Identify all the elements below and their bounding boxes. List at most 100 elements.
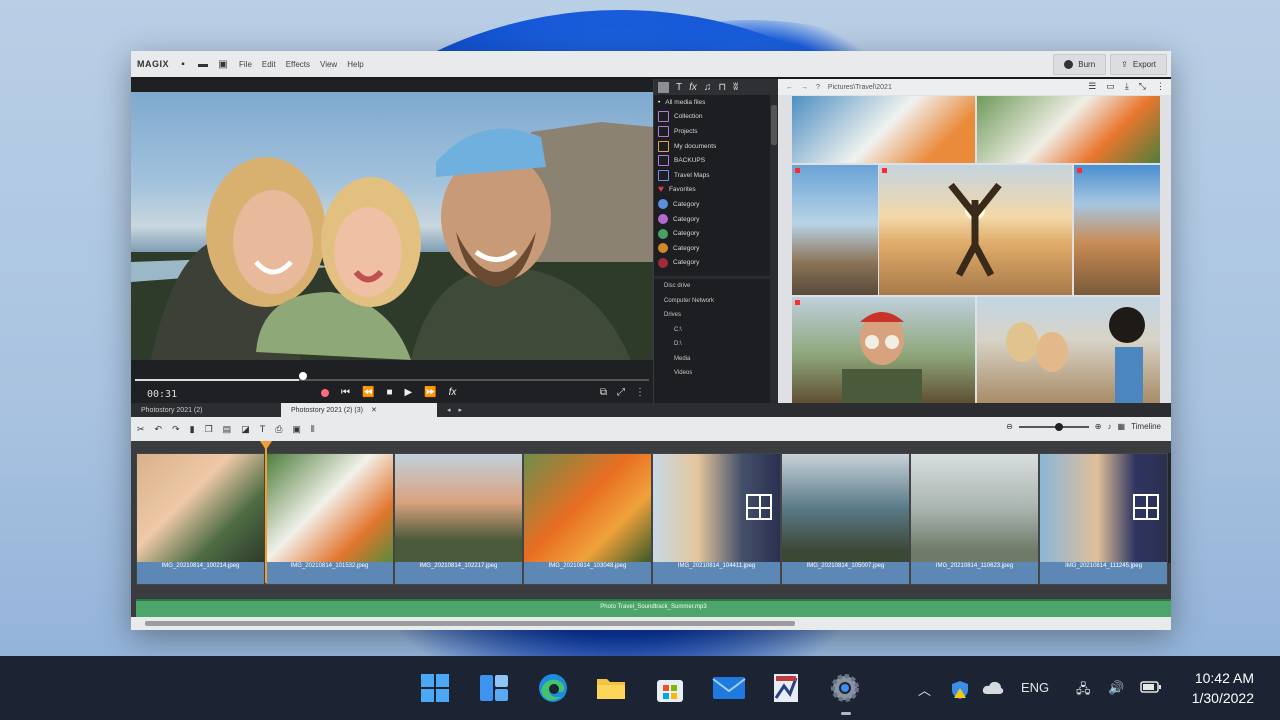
media-pool-item[interactable]: • All media files	[654, 95, 778, 110]
media-pool-item[interactable]: My documents	[654, 139, 778, 154]
grid-photo[interactable]	[977, 297, 1160, 403]
playhead[interactable]	[265, 443, 267, 583]
list-view-icon[interactable]: ☰	[1088, 81, 1096, 92]
menu-effects[interactable]: Effects	[286, 60, 310, 69]
language-indicator[interactable]: ENG	[1021, 680, 1049, 695]
collapse-icon[interactable]: ⤡	[1139, 81, 1146, 92]
more-options-icon[interactable]: ⋮	[1156, 81, 1165, 92]
menu-help[interactable]: Help	[347, 60, 363, 69]
media-pool-item[interactable]: Travel Maps	[654, 168, 778, 183]
timeline-clip[interactable]: IMG_20210814_111245.jpeg	[1039, 453, 1168, 585]
media-pool-item[interactable]: Projects	[654, 124, 778, 139]
timeline-clip[interactable]: IMG_20210814_105007.jpeg	[781, 453, 910, 585]
insert-icon[interactable]: ◪	[241, 424, 250, 435]
media-pool-item[interactable]: Category	[654, 256, 778, 271]
grid-photo[interactable]	[977, 96, 1160, 163]
edge-icon[interactable]	[535, 670, 571, 706]
settings-icon[interactable]	[827, 670, 863, 706]
effects-fx-icon[interactable]: fx	[449, 387, 457, 398]
timeline-scrollbar[interactable]	[131, 617, 1171, 630]
preview-icon[interactable]: ▭	[1106, 81, 1115, 92]
delete-icon[interactable]: ▮	[190, 424, 195, 435]
media-tab-icon[interactable]	[658, 81, 669, 93]
timeline-clip[interactable]: IMG_20210814_103048.jpeg	[523, 453, 652, 585]
folder-tree-item[interactable]: Computer Network	[664, 294, 778, 309]
stop-icon[interactable]: ■	[386, 387, 392, 398]
folder-tree-item[interactable]: Videos	[664, 366, 778, 381]
network-icon[interactable]: 🖧	[1076, 680, 1091, 702]
title-tab-icon[interactable]: T	[676, 82, 682, 93]
security-warning-icon[interactable]	[950, 680, 970, 703]
pool-scrollbar[interactable]	[770, 95, 778, 403]
tab-right-icon[interactable]: ▸	[459, 406, 463, 414]
subtitle-icon[interactable]: ⎙	[275, 424, 282, 435]
tab-nav[interactable]: ◂ ▸	[437, 403, 472, 417]
music-tab-icon[interactable]: ♫	[704, 82, 712, 93]
fast-forward-icon[interactable]: ⏩	[424, 387, 436, 398]
timeline-clip[interactable]: IMG_20210814_110623.jpeg	[910, 453, 1039, 585]
zoom-handle[interactable]	[1054, 422, 1063, 431]
timeline-clip[interactable]: IMG_20210814_101532.jpeg	[265, 453, 394, 585]
fullscreen-icon[interactable]: ⤢	[617, 387, 625, 398]
open-folder-icon[interactable]: ▬	[197, 58, 209, 70]
previous-marker-icon[interactable]: ⏮	[341, 387, 350, 398]
menu-view[interactable]: View	[320, 60, 337, 69]
media-pool-item[interactable]: BACKUPS	[654, 153, 778, 168]
rewind-icon[interactable]: ⏪	[362, 387, 374, 398]
folder-tree-item[interactable]: Media	[664, 352, 778, 367]
media-pool-item[interactable]: Collection	[654, 110, 778, 125]
onedrive-icon[interactable]	[982, 680, 1004, 699]
import-icon[interactable]: ⤓	[1125, 81, 1129, 92]
audio-track[interactable]: Photo Travel_Soundtrack_Summer.mp3	[136, 599, 1171, 617]
project-tab-active[interactable]: Photostory 2021 (2) (3) ✕	[281, 403, 437, 417]
tab-left-icon[interactable]: ◂	[447, 406, 451, 414]
timeline-clip[interactable]: IMG_20210814_100214.jpeg	[136, 453, 265, 585]
timeline-clip[interactable]: IMG_20210814_102217.jpeg	[394, 453, 523, 585]
system-clock[interactable]: 10:42 AM 1/30/2022	[1192, 668, 1254, 708]
effects-tab-icon[interactable]: fx	[689, 82, 697, 93]
file-explorer-icon[interactable]	[593, 670, 629, 706]
timeline-clip[interactable]: IMG_20210814_104411.jpeg	[652, 453, 781, 585]
zoom-in-icon[interactable]: ⊕	[1095, 422, 1102, 431]
grid-photo[interactable]	[792, 165, 878, 295]
store-icon[interactable]	[652, 670, 688, 706]
widgets-icon[interactable]	[476, 670, 512, 706]
media-pool-item[interactable]: Category	[654, 241, 778, 256]
grid-photo[interactable]	[879, 165, 1072, 295]
play-icon[interactable]: ▶	[405, 387, 413, 398]
media-pool-item[interactable]: Category	[654, 226, 778, 241]
transition-icon[interactable]	[1133, 494, 1159, 520]
media-pool-item[interactable]: Category	[654, 212, 778, 227]
paste-icon[interactable]: ▤	[223, 424, 232, 435]
back-icon[interactable]: ←	[786, 84, 793, 91]
grid-photo[interactable]	[1074, 165, 1160, 295]
pool-scroll-thumb[interactable]	[771, 105, 777, 145]
storyboard-icon[interactable]: ▦	[1118, 422, 1126, 431]
templates-tab-icon[interactable]: ⊓	[718, 82, 726, 93]
grid-photo[interactable]	[792, 297, 975, 403]
more-icon[interactable]: ⋮	[635, 387, 645, 398]
forward-icon[interactable]: →	[801, 84, 808, 91]
folder-tree-item[interactable]: Drives	[664, 308, 778, 323]
transition-icon[interactable]	[746, 494, 772, 520]
zoom-slider[interactable]	[1018, 422, 1089, 431]
export-button[interactable]: ⇪ Export	[1110, 54, 1167, 75]
mouse-mode-icon[interactable]: ✂	[137, 424, 145, 435]
record-icon[interactable]	[321, 388, 329, 397]
battery-icon[interactable]	[1140, 680, 1162, 697]
store-tab-icon[interactable]: ʬ	[733, 82, 738, 93]
project-tab[interactable]: Photostory 2021 (2)	[131, 403, 281, 417]
show-hidden-icons[interactable]: ︿	[918, 680, 931, 699]
mail-icon[interactable]	[711, 670, 747, 706]
media-pool-item[interactable]: Category	[654, 197, 778, 212]
folder-tree-item[interactable]: D:\	[664, 337, 778, 352]
timeline-scroll-thumb[interactable]	[145, 621, 795, 626]
volume-icon[interactable]: 🔊	[1108, 680, 1124, 696]
folder-tree-item[interactable]: Disc drive	[664, 279, 778, 294]
folder-tree-item[interactable]: C:\	[664, 323, 778, 338]
snapshot-icon[interactable]: ▣	[292, 424, 301, 435]
menu-edit[interactable]: Edit	[262, 60, 276, 69]
close-tab-icon[interactable]: ✕	[371, 406, 377, 414]
preview-scrubber[interactable]	[135, 379, 649, 381]
help-icon[interactable]: ?	[816, 84, 820, 91]
